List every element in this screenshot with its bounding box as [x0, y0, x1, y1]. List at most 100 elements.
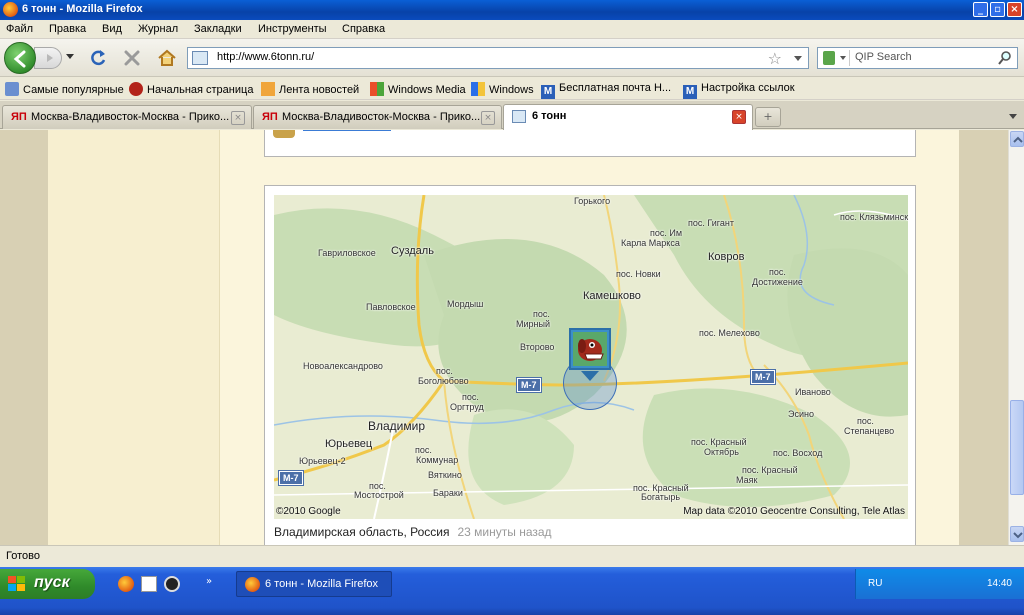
bookmark-windows-media[interactable]: Windows Media: [370, 82, 466, 98]
map-label: Октябрь: [704, 447, 739, 457]
map-label: пос. Красный: [691, 437, 747, 447]
page-left-column: [48, 130, 220, 545]
close-tab-icon[interactable]: ×: [231, 111, 245, 125]
location-name: Владимирская область, Россия: [274, 525, 450, 539]
windows-taskbar: пуск » 6 тонн - Mozilla Firefox RU 14:40: [0, 567, 1024, 615]
map-label: Новоалександрово: [303, 361, 383, 371]
tab-bar: ЯП Москва-Владивосток-Москва - Прико... …: [0, 101, 1024, 130]
home-icon[interactable]: [156, 48, 176, 68]
bookmark-news-feed[interactable]: Лента новостей: [261, 82, 359, 98]
map-label: пос. Мелехово: [699, 328, 760, 338]
windows-flag-icon: [8, 576, 25, 591]
map-label: пос.: [436, 366, 453, 376]
time-ago: 23 минуты назад: [457, 525, 552, 539]
map-label: пос.: [769, 267, 786, 277]
menu-help[interactable]: Справка: [342, 23, 385, 35]
app-quicklaunch-icon[interactable]: [141, 576, 157, 592]
map-label: Мирный: [516, 319, 550, 329]
map-label: пос. Им: [650, 228, 683, 238]
maximize-button[interactable]: ▫: [990, 2, 1005, 17]
search-icon[interactable]: [997, 50, 1013, 66]
tab-moscow-vladivostok-1[interactable]: ЯП Москва-Владивосток-Москва - Прико... …: [2, 105, 252, 129]
close-tab-icon[interactable]: ×: [732, 110, 746, 124]
new-tab-button[interactable]: +: [755, 107, 781, 127]
map-label: пос. Клязьминский-Городок: [840, 212, 908, 222]
reload-icon[interactable]: [88, 48, 108, 68]
close-tab-icon[interactable]: ×: [481, 111, 495, 125]
search-engine-icon: [823, 51, 835, 65]
search-placeholder[interactable]: QIP Search: [855, 51, 912, 63]
post-link-bar[interactable]: [303, 130, 391, 131]
mail-icon: M: [683, 85, 697, 99]
start-button[interactable]: пуск: [0, 569, 95, 599]
map-label: Павловское: [366, 302, 416, 312]
map-view[interactable]: Горького пос. Гигант пос. Клязьминский-Г…: [274, 195, 908, 519]
history-dropdown-icon[interactable]: [66, 54, 74, 59]
map-label: Горького: [574, 196, 611, 206]
menu-file[interactable]: Файл: [6, 23, 33, 35]
map-label: Богатырь: [641, 492, 681, 502]
map-label: Мостострой: [354, 490, 404, 500]
close-window-button[interactable]: ×: [1007, 2, 1022, 17]
minimize-button[interactable]: _: [973, 2, 988, 17]
mail-icon: M: [541, 85, 555, 99]
tab-list-button[interactable]: [1004, 107, 1022, 127]
avatar: [573, 332, 607, 366]
search-engine-selector[interactable]: [820, 50, 850, 66]
highway-shield: М-7: [750, 369, 776, 385]
bookmark-start-page[interactable]: Начальная страница: [129, 82, 253, 98]
bookmark-star-icon[interactable]: ☆: [768, 49, 782, 68]
marker-pointer: [581, 371, 599, 381]
back-button[interactable]: [4, 42, 36, 74]
windows-icon: [370, 82, 384, 96]
forward-arrow-icon: [47, 54, 53, 62]
map-card: Горького пос. Гигант пос. Клязьминский-Г…: [264, 185, 916, 545]
yap-icon: ЯП: [262, 111, 278, 123]
tab-moscow-vladivostok-2[interactable]: ЯП Москва-Владивосток-Москва - Прико... …: [253, 105, 502, 129]
home-page-icon: [129, 82, 143, 96]
map-label: Эсино: [788, 409, 814, 419]
quicklaunch-expand-icon[interactable]: »: [206, 576, 222, 592]
dog-avatar-icon: [573, 332, 607, 366]
map-label: Юрьевец-2: [299, 456, 346, 466]
scroll-down-button[interactable]: [1010, 526, 1024, 542]
rss-icon: [261, 82, 275, 96]
map-label: Суздаль: [391, 245, 434, 257]
taskbar-firefox-window[interactable]: 6 тонн - Mozilla Firefox: [236, 571, 392, 597]
language-indicator[interactable]: RU: [868, 578, 882, 589]
chevron-up-icon: [1013, 136, 1023, 143]
map-label: Оргтруд: [450, 402, 484, 412]
location-marker[interactable]: [569, 328, 611, 370]
menu-tools[interactable]: Инструменты: [258, 23, 327, 35]
media-quicklaunch-icon[interactable]: [164, 576, 180, 592]
stop-icon[interactable]: [122, 48, 142, 68]
tab-6tonn[interactable]: 6 тонн ×: [503, 104, 753, 130]
map-label: Маяк: [736, 475, 758, 485]
map-attribution: Map data ©2010 Geocentre Consulting, Tel…: [683, 506, 905, 517]
menu-history[interactable]: Журнал: [138, 23, 178, 35]
post-thumbnail[interactable]: [273, 130, 295, 138]
firefox-icon: [245, 577, 260, 592]
menu-bookmarks[interactable]: Закладки: [194, 23, 242, 35]
vertical-scrollbar[interactable]: [1008, 130, 1024, 545]
map-label: Юрьевец: [325, 438, 373, 450]
scroll-up-button[interactable]: [1010, 131, 1024, 147]
page-content: Горького пос. Гигант пос. Клязьминский-Г…: [0, 130, 1008, 545]
address-url[interactable]: http://www.6tonn.ru/: [217, 51, 314, 63]
window-title-bar: 6 тонн - Mozilla Firefox _ ▫ ×: [0, 0, 1024, 20]
menu-edit[interactable]: Правка: [49, 23, 86, 35]
address-bar[interactable]: http://www.6tonn.ru/ ☆: [187, 47, 809, 69]
chevron-down-icon: [840, 56, 846, 60]
bookmark-link-settings[interactable]: M Настройка ссылок: [683, 82, 795, 99]
firefox-quicklaunch-icon[interactable]: [118, 576, 134, 592]
search-box[interactable]: QIP Search: [817, 47, 1018, 69]
menu-view[interactable]: Вид: [102, 23, 122, 35]
forward-button[interactable]: [34, 47, 62, 69]
scroll-thumb[interactable]: [1010, 400, 1024, 495]
bookmark-free-mail[interactable]: M Бесплатная почта Н...: [541, 82, 671, 99]
address-dropdown-icon[interactable]: [794, 56, 802, 61]
bookmark-windows[interactable]: Windows: [471, 82, 534, 98]
bookmark-popular[interactable]: Самые популярные: [5, 82, 124, 98]
map-label: пос. Гигант: [688, 218, 734, 228]
map-label: Вяткино: [428, 470, 462, 480]
